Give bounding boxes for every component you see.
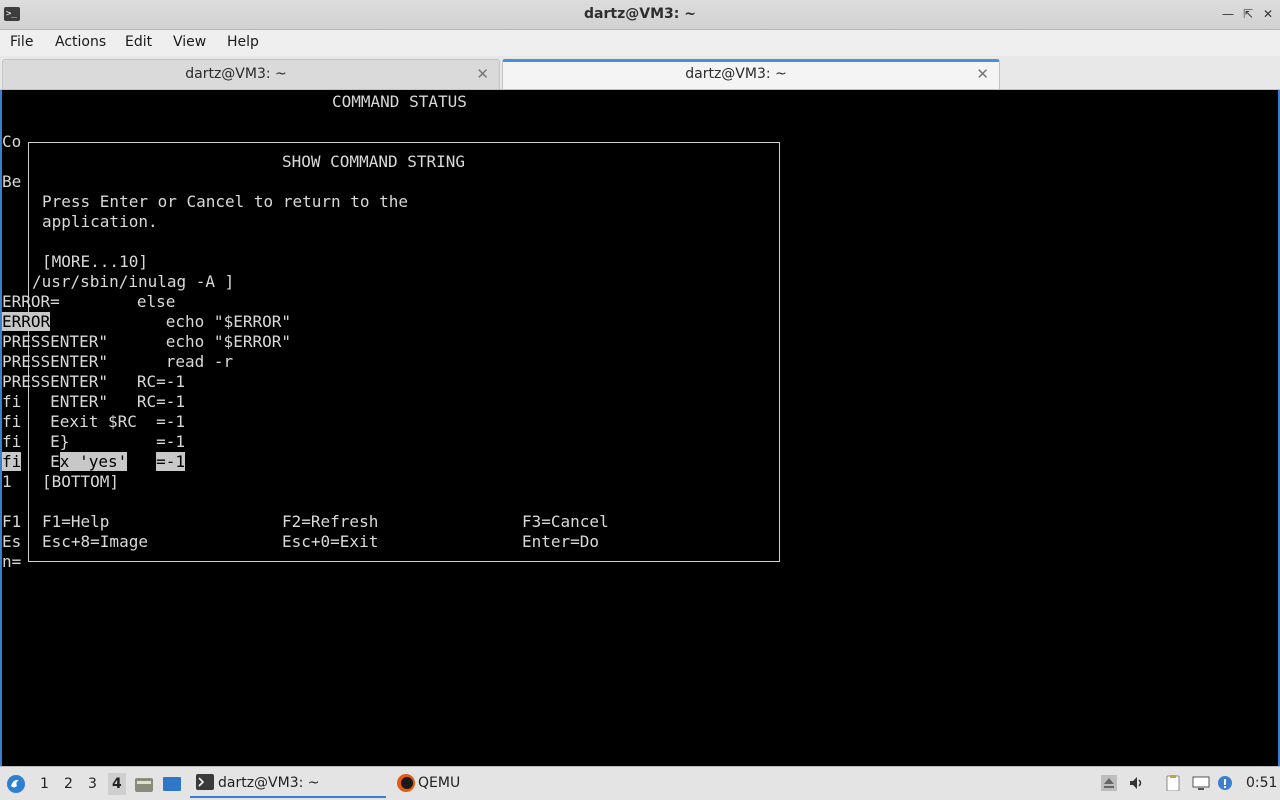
- terminal-icon: [196, 774, 214, 790]
- show-desktop-icon[interactable]: [162, 775, 182, 793]
- close-icon[interactable]: ✕: [1260, 6, 1276, 22]
- task-qemu[interactable]: QEMU: [392, 769, 542, 798]
- eject-icon[interactable]: [1100, 775, 1118, 791]
- terminal-line: 1: [2, 472, 12, 491]
- task-label: dartz@VM3: ~: [218, 775, 320, 791]
- tab-bar: dartz@VM3: ~ ✕ dartz@VM3: ~ ✕: [0, 56, 1280, 90]
- bg-text: F1: [2, 512, 22, 531]
- terminal-line: PRESSENTER" read -r: [2, 352, 234, 371]
- terminal-line: ERROR= else: [2, 292, 176, 311]
- highlight: ERROR: [2, 312, 51, 331]
- more-indicator: [MORE...10]: [42, 252, 148, 271]
- task-label: QEMU: [418, 775, 461, 791]
- terminal-text: E: [21, 452, 60, 471]
- terminal-line: fi Eexit $RC =-1: [2, 412, 186, 431]
- command-line: /usr/sbin/inulag -A ]: [32, 272, 235, 291]
- bg-text: n=: [2, 552, 22, 571]
- terminal-line: PRESSENTER" RC=-1: [2, 372, 186, 391]
- task-terminal[interactable]: dartz@VM3: ~: [190, 769, 386, 798]
- terminal-line: fi ENTER" RC=-1: [2, 392, 186, 411]
- start-menu-icon[interactable]: [6, 774, 26, 794]
- desktop-4[interactable]: 4: [108, 773, 126, 795]
- f1-help-key[interactable]: F1=Help: [42, 512, 109, 532]
- bg-text: Be: [2, 172, 22, 191]
- tab-close-icon[interactable]: ✕: [976, 65, 989, 83]
- clipboard-icon[interactable]: [1164, 775, 1182, 791]
- dialog-message: Press Enter or Cancel to return to the: [42, 192, 409, 211]
- f2-refresh-key[interactable]: F2=Refresh: [282, 512, 378, 532]
- desktop-1[interactable]: 1: [40, 776, 49, 792]
- bottom-indicator: [BOTTOM]: [42, 472, 120, 491]
- terminal-text: echo "$ERROR": [50, 312, 291, 331]
- menu-edit[interactable]: Edit: [125, 34, 152, 50]
- dialog-message: application.: [42, 212, 158, 231]
- network-icon[interactable]: [1192, 775, 1210, 791]
- title-bar: >_ dartz@VM3: ~ — ⇱ ✕: [0, 0, 1280, 30]
- terminal-line: fi Ex 'yes' =-1: [2, 452, 186, 472]
- enter-do-key[interactable]: Enter=Do: [522, 532, 599, 552]
- bg-text: Es: [2, 532, 22, 551]
- f3-cancel-key[interactable]: F3=Cancel: [522, 512, 609, 532]
- tab-label: dartz@VM3: ~: [185, 66, 287, 82]
- menu-view[interactable]: View: [173, 34, 206, 50]
- window-title: dartz@VM3: ~: [584, 6, 696, 22]
- clock[interactable]: 0:51: [1246, 775, 1277, 791]
- bg-text: Co: [2, 132, 22, 151]
- terminal-line: ERROR echo "$ERROR": [2, 312, 291, 332]
- volume-icon[interactable]: [1128, 775, 1146, 791]
- menu-bar: File Actions Edit View Help: [0, 30, 1280, 56]
- highlight: x 'yes': [59, 452, 128, 471]
- terminal-line: PRESSENTER" echo "$ERROR": [2, 332, 291, 351]
- command-status-header: COMMAND STATUS: [332, 92, 467, 111]
- file-manager-icon[interactable]: [134, 775, 154, 793]
- qemu-icon: [397, 774, 415, 792]
- maximize-icon[interactable]: ⇱: [1240, 6, 1256, 22]
- menu-help[interactable]: Help: [227, 34, 259, 50]
- taskbar: 1 2 3 4 dartz@VM3: ~ QEMU 0:51: [0, 766, 1280, 800]
- tab-close-icon[interactable]: ✕: [476, 65, 489, 83]
- tab-terminal-1[interactable]: dartz@VM3: ~ ✕: [2, 59, 500, 89]
- dialog-title: SHOW COMMAND STRING: [282, 152, 466, 171]
- terminal-view[interactable]: COMMAND STATUS Co Be SHOW COMMAND STRING…: [0, 90, 1280, 766]
- highlight: fi: [2, 452, 22, 471]
- esc0-exit-key[interactable]: Esc+0=Exit: [282, 532, 378, 552]
- menu-file[interactable]: File: [10, 34, 33, 50]
- desktop-3[interactable]: 3: [88, 776, 97, 792]
- desktop-2[interactable]: 2: [64, 776, 73, 792]
- menu-actions[interactable]: Actions: [55, 34, 106, 50]
- esc8-image-key[interactable]: Esc+8=Image: [42, 532, 148, 552]
- terminal-line: fi E} =-1: [2, 432, 186, 451]
- highlight: =-1: [156, 452, 186, 471]
- minimize-icon[interactable]: —: [1220, 6, 1236, 22]
- tab-label: dartz@VM3: ~: [685, 66, 787, 82]
- tab-terminal-2[interactable]: dartz@VM3: ~ ✕: [502, 59, 1000, 89]
- notification-icon[interactable]: [1216, 775, 1234, 791]
